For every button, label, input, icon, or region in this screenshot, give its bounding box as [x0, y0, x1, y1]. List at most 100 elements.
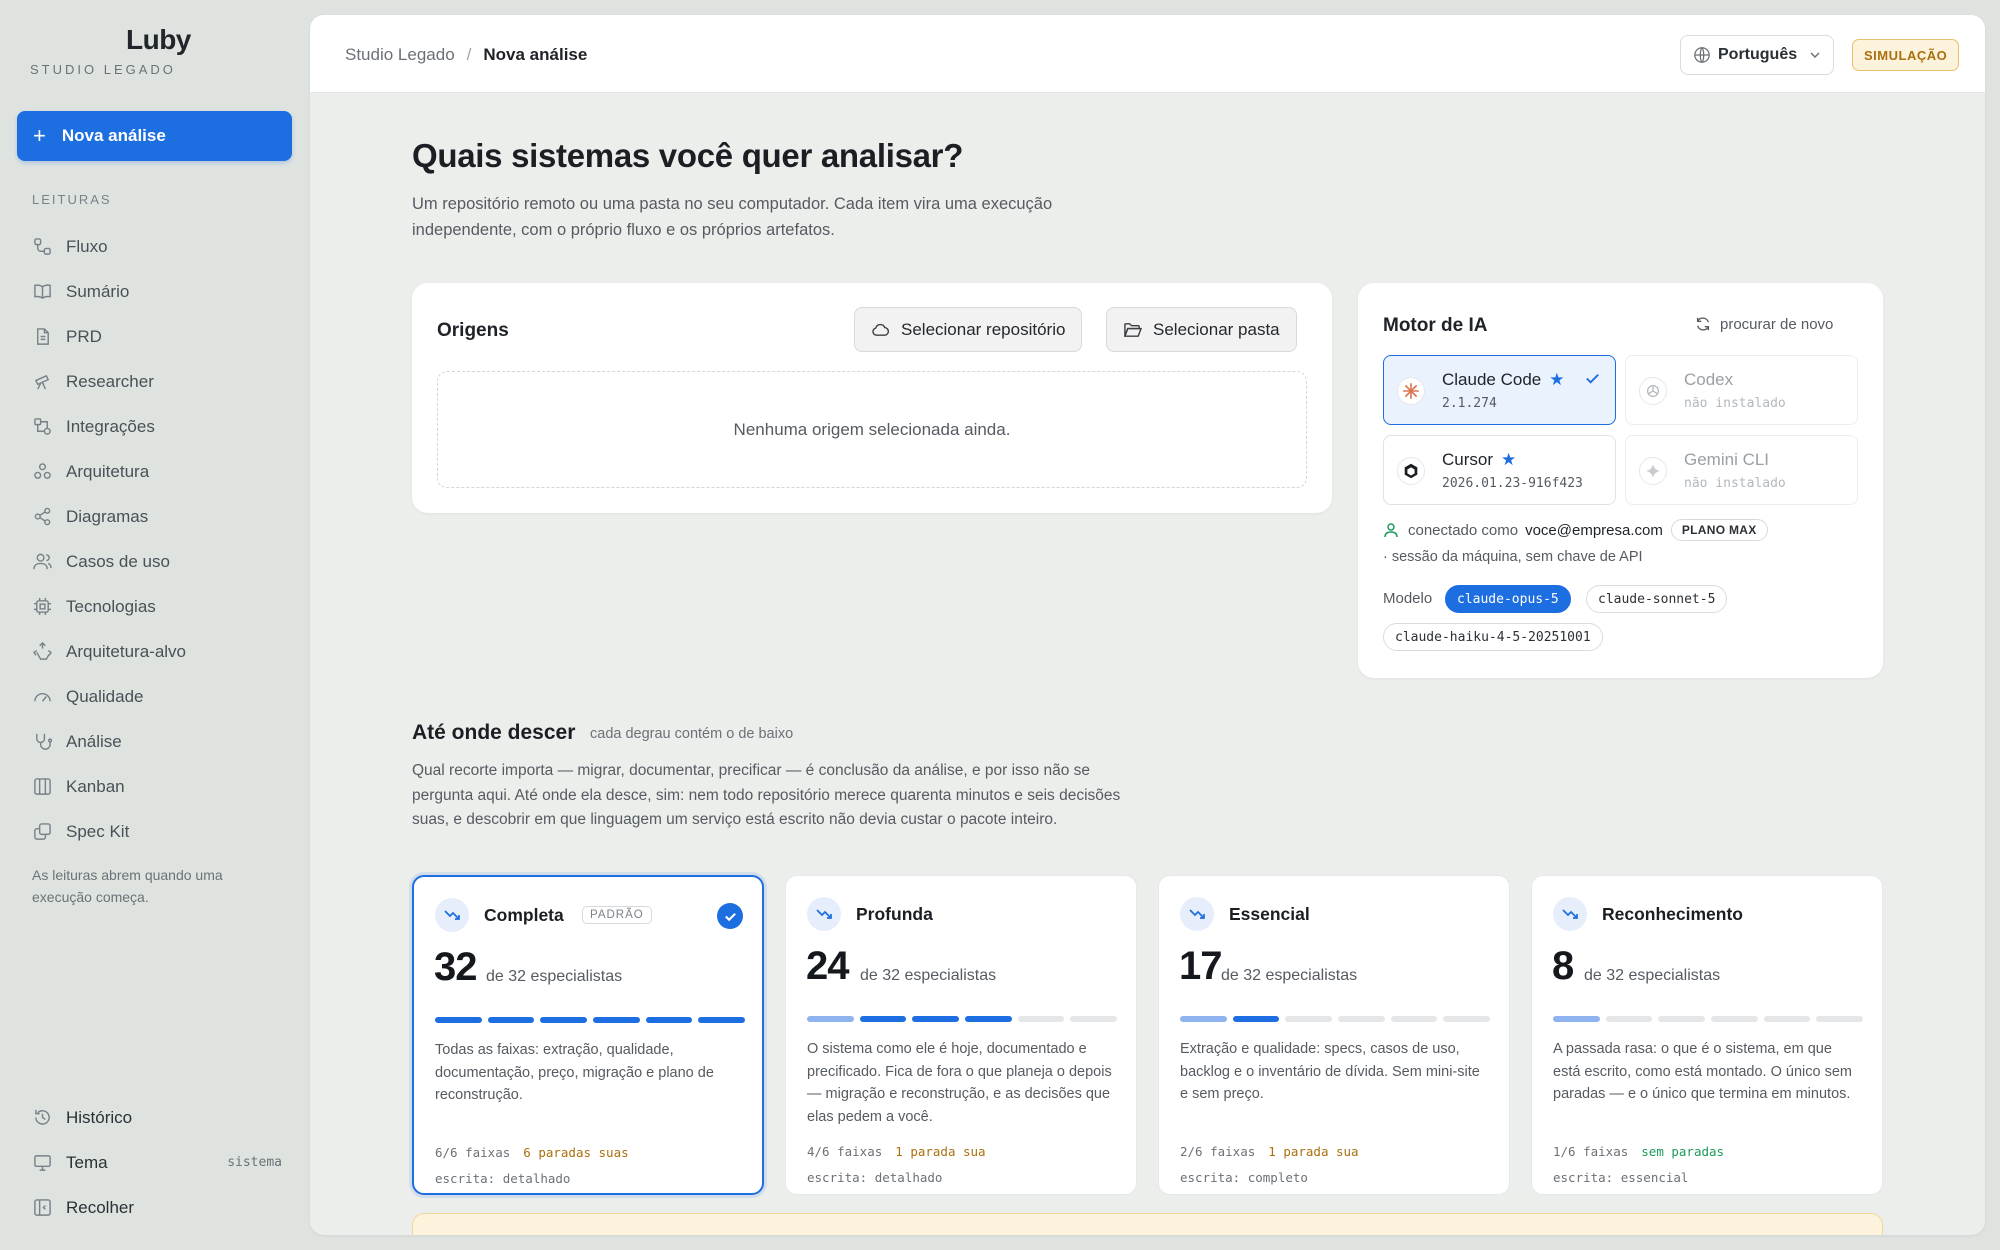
refresh-icon [1696, 317, 1710, 331]
level-description: Todas as faixas: extração, qualidade, do… [435, 1042, 714, 1103]
model-chip-sonnet[interactable]: claude-sonnet-5 [1586, 585, 1728, 613]
rescan-button[interactable]: procurar de novo [1694, 315, 1833, 333]
model-chip-opus[interactable]: claude-opus-5 [1445, 585, 1571, 613]
connected-account: conectado como voce@empresa.com PLANO MA… [1383, 519, 1768, 541]
level-meta: 1/6 faixas sem paradas [1553, 1144, 1724, 1159]
breadcrumb-parent[interactable]: Studio Legado [345, 45, 455, 65]
sidebar-item-historico[interactable]: Histórico [32, 1095, 282, 1140]
sidebar-item-spec-kit[interactable]: Spec Kit [32, 809, 186, 854]
sidebar-item-qualidade[interactable]: Qualidade [32, 674, 186, 719]
sidebar-item-sumario[interactable]: Sumário [32, 269, 186, 314]
sidebar-item-label: Arquitetura [66, 461, 150, 481]
depth-hint: cada degrau contém o de baixo [590, 726, 794, 742]
sidebar-item-label: Researcher [66, 371, 154, 391]
stops-count: 1 parada sua [1268, 1144, 1359, 1159]
lane-segment [1711, 1016, 1758, 1022]
sidebar-item-label: Diagramas [66, 506, 149, 526]
star-icon: ★ [1501, 450, 1517, 469]
sidebar-item-kanban[interactable]: Kanban [32, 764, 186, 809]
engine-option-cursor[interactable]: Cursor ★ 2026.01.23-916f423 [1383, 435, 1616, 505]
sidebar-item-tecnologias[interactable]: Tecnologias [32, 584, 186, 629]
specialist-count: 17 [1179, 944, 1222, 988]
sidebar-item-arquitetura[interactable]: Arquitetura [32, 449, 186, 494]
depth-option-profunda[interactable]: Profunda 24 de 32 especialistas O sistem… [785, 875, 1137, 1195]
specialist-count: 8 [1552, 944, 1574, 988]
integrations-icon [32, 417, 52, 437]
chip-icon [32, 597, 52, 617]
sidebar-item-label: PRD [66, 326, 102, 346]
specialist-total: de 32 especialistas [1584, 967, 1721, 984]
simulation-badge: SIMULAÇÃO [1852, 39, 1960, 71]
sidebar-item-label: Tecnologias [66, 596, 156, 616]
lane-segment [1605, 1016, 1653, 1022]
lane-segment [912, 1016, 960, 1022]
depth-option-essencial[interactable]: Essencial 17 de 32 especialistas Extraçã… [1158, 875, 1510, 1195]
trend-down-icon [1553, 897, 1587, 931]
sidebar-item-diagramas[interactable]: Diagramas [32, 494, 186, 539]
lane-segment [807, 1016, 854, 1022]
engine-name: Gemini CLI [1684, 450, 1770, 469]
lane-segment [698, 1017, 746, 1023]
sidebar-item-casos-de-uso[interactable]: Casos de uso [32, 539, 186, 584]
lane-segment [1763, 1016, 1811, 1022]
lanes-bar [1553, 1016, 1864, 1022]
model-chip-haiku[interactable]: claude-haiku-4-5-20251001 [1383, 623, 1603, 651]
lane-segment [1553, 1016, 1600, 1022]
select-repository-button[interactable]: Selecionar repositório [854, 307, 1083, 352]
claude-logo-icon [1397, 377, 1425, 405]
trend-down-icon [1180, 897, 1214, 931]
language-select[interactable]: Português [1680, 35, 1834, 75]
lane-segment [1443, 1016, 1491, 1022]
sidebar-item-label: Arquitetura-alvo [66, 641, 187, 661]
sidebar-item-label: Kanban [66, 776, 125, 796]
sidebar-item-researcher[interactable]: Researcher [32, 359, 186, 404]
sidebar-item-analise[interactable]: Análise [32, 719, 186, 764]
user-icon [1384, 523, 1398, 538]
engine-option-claude-code[interactable]: Claude Code ★ 2.1.274 [1383, 355, 1616, 425]
brand-logo[interactable]: Luby [126, 24, 191, 56]
cloud-icon [872, 323, 890, 336]
sidebar-item-fluxo[interactable]: Fluxo [32, 224, 186, 269]
lane-segment [487, 1017, 535, 1023]
specialist-count: 32 [434, 945, 477, 989]
monitor-icon [32, 1153, 52, 1173]
lane-segment [435, 1017, 482, 1023]
plus-icon: + [33, 123, 46, 148]
depth-title: Até onde descer [412, 721, 576, 744]
depth-description: Qual recorte importa — migrar, documenta… [412, 762, 1121, 828]
collapse-sidebar-icon [32, 1198, 52, 1218]
lane-segment [645, 1017, 693, 1023]
top-bar: Studio Legado / Nova análise Português S… [310, 15, 1985, 93]
depth-option-reconhecimento[interactable]: Reconhecimento 8 de 32 especialistas A p… [1531, 875, 1883, 1195]
writing-mode: escrita: detalhado [807, 1170, 943, 1185]
select-folder-button[interactable]: Selecionar pasta [1106, 307, 1297, 352]
sidebar-item-arquitetura-alvo[interactable]: Arquitetura-alvo [32, 629, 186, 674]
lane-segment [1390, 1016, 1438, 1022]
star-icon: ★ [1549, 370, 1565, 389]
trend-down-icon [807, 897, 841, 931]
new-analysis-button[interactable]: + Nova análise [17, 111, 292, 161]
telescope-icon [32, 372, 52, 392]
default-tag: PADRÃO [582, 906, 652, 924]
engine-version: não instalado [1684, 396, 1786, 411]
sidebar-item-label: Tema [66, 1152, 108, 1172]
sidebar-bottom-nav: Histórico Tema sistema Recolher [32, 1095, 282, 1230]
rescan-label: procurar de novo [1720, 315, 1834, 333]
breadcrumb: Studio Legado / Nova análise [345, 45, 587, 65]
lane-segment [1070, 1016, 1118, 1022]
level-meta: 4/6 faixas 1 parada sua [807, 1144, 986, 1159]
depth-option-completa[interactable]: Completa PADRÃO 32 de 32 especialistas T… [412, 875, 764, 1195]
new-analysis-label: Nova análise [61, 126, 166, 145]
sidebar-item-integracoes[interactable]: Integrações [32, 404, 186, 449]
language-value: Português [1718, 46, 1798, 63]
theme-value: sistema [227, 1155, 282, 1170]
level-name: Reconhecimento [1602, 904, 1743, 924]
sidebar-item-tema[interactable]: Tema sistema [32, 1140, 282, 1185]
origins-empty-dropzone[interactable]: Nenhuma origem selecionada ainda. [437, 371, 1307, 488]
lane-segment [540, 1017, 588, 1023]
sidebar-item-label: Fluxo [66, 236, 108, 256]
lanes-count: 6/6 faixas [435, 1145, 511, 1160]
sidebar-item-prd[interactable]: PRD [32, 314, 186, 359]
sidebar-item-recolher[interactable]: Recolher [32, 1185, 282, 1230]
sidebar-item-label: Qualidade [66, 686, 144, 706]
